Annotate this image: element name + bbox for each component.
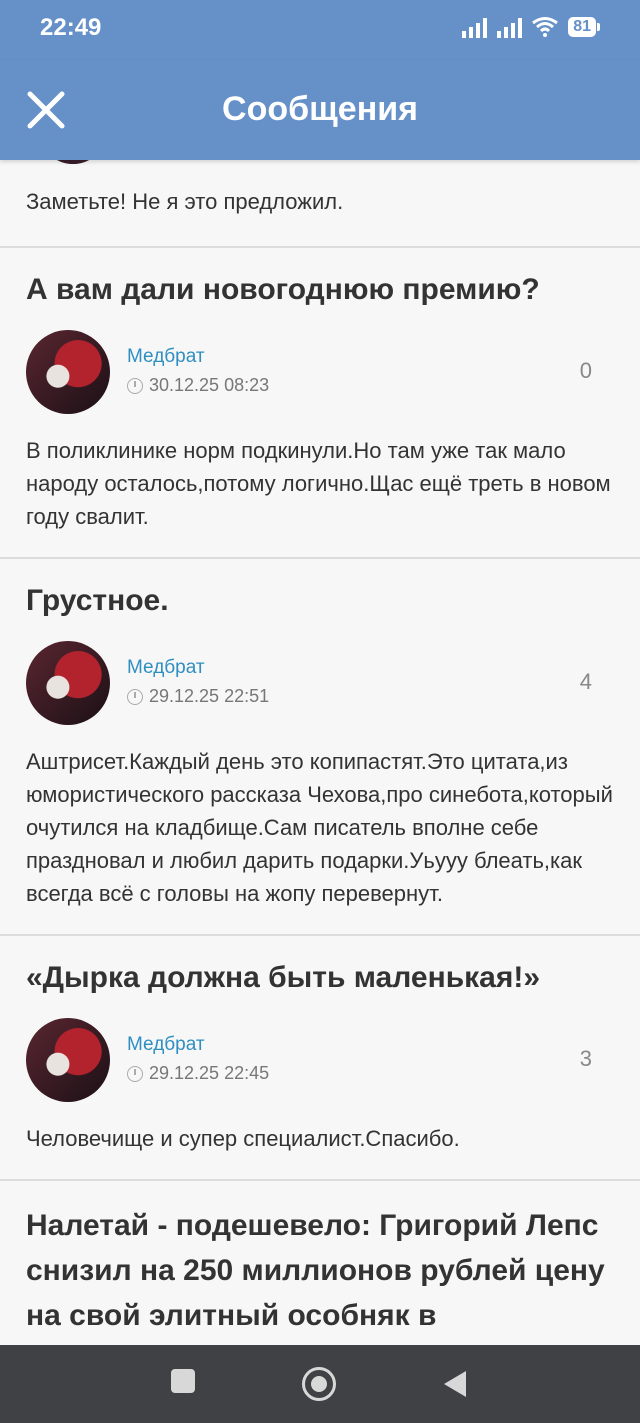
post-title[interactable]: Грустное. <box>26 581 614 621</box>
home-button[interactable] <box>302 1367 336 1401</box>
clock-icon <box>127 688 143 705</box>
page-title: Сообщения <box>222 90 418 128</box>
author-link[interactable]: Медбрат <box>127 657 205 679</box>
post-date: 30.12.25 08:23 <box>127 375 269 396</box>
clock-icon <box>127 1065 143 1082</box>
post-text: В поликлинике норм подкинули.Но там уже … <box>26 438 611 529</box>
post-date-text: 30.12.25 08:23 <box>149 375 270 395</box>
status-icons: 81 <box>462 16 600 38</box>
clock-icon <box>127 377 143 394</box>
post-text: Аштрисет.Каждый день это копипастят.Это … <box>26 749 613 906</box>
post-item[interactable]: А вам дали новогоднюю премию? Медбрат 30… <box>0 248 640 559</box>
post-item[interactable]: Грустное. Медбрат 29.12.25 22:51 4 Аштри… <box>0 559 640 936</box>
post-item[interactable]: «Дырка должна быть маленькая!» Медбрат 2… <box>0 936 640 1181</box>
comment-count[interactable]: 0 <box>580 358 592 384</box>
post-date: 29.12.25 22:51 <box>127 686 269 707</box>
post-date-text: 29.12.25 22:51 <box>149 686 270 706</box>
previous-post-text: Заметьте! Не я это предложил. <box>0 160 640 248</box>
status-bar: 22:49 81 <box>0 0 640 60</box>
post-meta: Медбрат 29.12.25 22:45 3 <box>26 1018 614 1102</box>
app-bar: Сообщения <box>0 60 640 160</box>
post-meta: Медбрат 29.12.25 22:51 4 <box>26 641 614 725</box>
battery-level: 81 <box>568 17 596 37</box>
message-feed[interactable]: Заметьте! Не я это предложил. А вам дали… <box>0 160 640 1345</box>
wifi-icon <box>532 17 559 37</box>
signal-icon-2 <box>497 16 523 38</box>
post-item[interactable]: Налетай - подешевело: Григорий Лепс сниз… <box>0 1181 640 1345</box>
back-button[interactable] <box>444 1371 466 1397</box>
post-title[interactable]: «Дырка должна быть маленькая!» <box>26 958 614 998</box>
recents-button[interactable] <box>171 1369 195 1393</box>
post-text: Человечище и супер специалист.Спасибо. <box>26 1126 460 1151</box>
avatar[interactable] <box>26 641 110 725</box>
author-link[interactable]: Медбрат <box>127 1034 205 1056</box>
comment-count[interactable]: 4 <box>580 669 592 695</box>
author-link[interactable]: Медбрат <box>127 346 205 368</box>
post-meta: Медбрат 30.12.25 08:23 0 <box>26 330 614 414</box>
comment-count[interactable]: 3 <box>580 1046 592 1072</box>
post-date: 29.12.25 22:45 <box>127 1063 269 1084</box>
avatar[interactable] <box>26 1018 110 1102</box>
signal-icon <box>462 16 488 38</box>
post-date-text: 29.12.25 22:45 <box>149 1063 270 1083</box>
post-title[interactable]: А вам дали новогоднюю премию? <box>26 270 614 310</box>
post-title[interactable]: Налетай - подешевело: Григорий Лепс сниз… <box>26 1203 614 1338</box>
battery-icon: 81 <box>568 17 600 37</box>
avatar[interactable] <box>26 330 110 414</box>
status-time: 22:49 <box>40 14 102 41</box>
system-nav-bar <box>0 1345 640 1423</box>
